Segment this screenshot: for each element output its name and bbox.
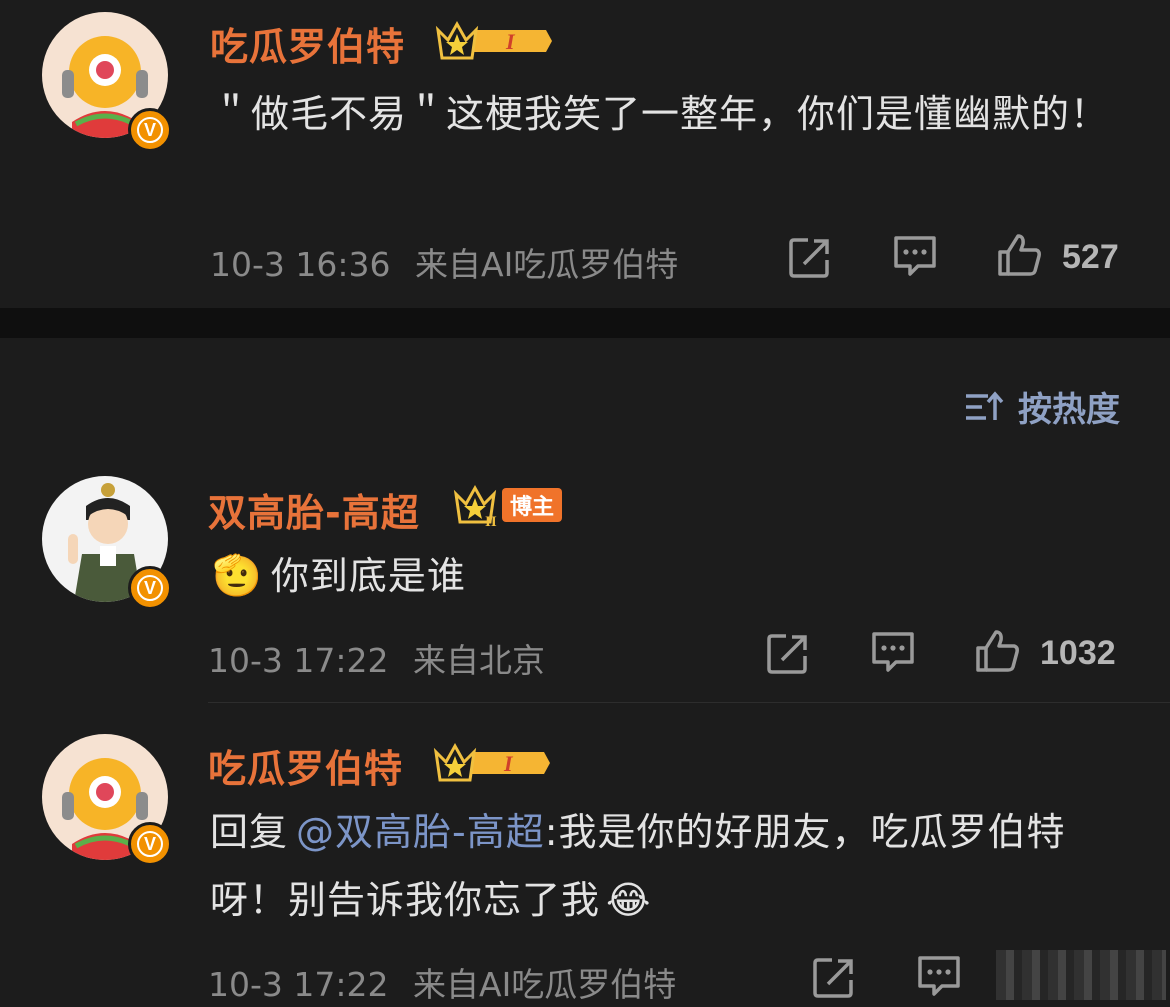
share-icon[interactable]	[766, 632, 810, 676]
comment-meta: 10-3 17:22 来自AI吃瓜罗伯特	[208, 958, 676, 1006]
source: 来自北京	[413, 641, 545, 680]
svg-text:I: I	[505, 29, 516, 54]
comment-meta: 10-3 16:36 来自AI吃瓜罗伯特	[210, 238, 678, 286]
like-icon[interactable]	[974, 628, 1020, 674]
svg-text:II: II	[485, 514, 497, 528]
comment-icon[interactable]	[892, 234, 938, 278]
comment-text: 回复 @双高胎-高超:我是你的好朋友，吃瓜罗伯特呀！别告诉我你忘了我 😂	[210, 798, 1140, 934]
avatar[interactable]: V	[42, 12, 172, 152]
share-icon[interactable]	[812, 956, 856, 1000]
author-name[interactable]: 双高胎-高超	[208, 482, 420, 537]
sort-icon	[966, 390, 1004, 420]
main-comment: V 吃瓜罗伯特 I ＂做毛不易＂这梗我笑了一整年，你们是懂幽默的！ 10-3 1…	[0, 0, 1170, 308]
avatar[interactable]: V	[42, 476, 172, 610]
reply-prefix: 回复	[210, 810, 289, 854]
share-icon[interactable]	[788, 236, 832, 280]
source: 来自AI吃瓜罗伯特	[413, 965, 677, 1004]
comment-icon[interactable]	[916, 954, 962, 998]
comment-meta: 10-3 17:22 来自北京	[208, 634, 545, 682]
author-tag: 博主	[502, 488, 562, 522]
comment-text: 🫡 你到底是谁	[212, 542, 466, 610]
verified-badge-icon: V	[128, 566, 172, 610]
member-crown-badge-icon: II	[453, 484, 497, 528]
obscured-like-area	[996, 950, 1166, 1000]
comment-divider	[208, 702, 1170, 703]
salute-emoji-icon: 🫡	[212, 553, 263, 599]
mention-link[interactable]: @双高胎-高超	[296, 810, 545, 854]
sort-toggle[interactable]: 按热度	[964, 382, 1120, 431]
laughing-emoji-icon: 😂	[606, 878, 652, 922]
member-crown-badge-icon: I	[435, 20, 552, 60]
like-icon[interactable]	[996, 232, 1042, 278]
verified-badge-icon: V	[128, 822, 172, 866]
verified-badge-icon: V	[128, 108, 172, 152]
section-separator	[0, 308, 1170, 338]
like-count: 527	[1062, 238, 1119, 276]
sort-label: 按热度	[1018, 390, 1120, 430]
comment-text: ＂做毛不易＂这梗我笑了一整年，你们是懂幽默的！	[212, 92, 1110, 136]
timestamp: 10-3 16:36	[210, 245, 391, 284]
avatar[interactable]: V	[42, 734, 172, 866]
timestamp: 10-3 17:22	[208, 965, 389, 1004]
author-name[interactable]: 吃瓜罗伯特	[208, 738, 403, 793]
like-count: 1032	[1040, 634, 1116, 672]
comment-icon[interactable]	[870, 630, 916, 674]
source: 来自AI吃瓜罗伯特	[415, 245, 679, 284]
timestamp: 10-3 17:22	[208, 641, 389, 680]
comment-body: 你到底是谁	[270, 554, 466, 598]
svg-text:I: I	[503, 751, 514, 776]
author-name[interactable]: 吃瓜罗伯特	[210, 16, 405, 71]
member-crown-badge-icon: I	[433, 742, 550, 782]
